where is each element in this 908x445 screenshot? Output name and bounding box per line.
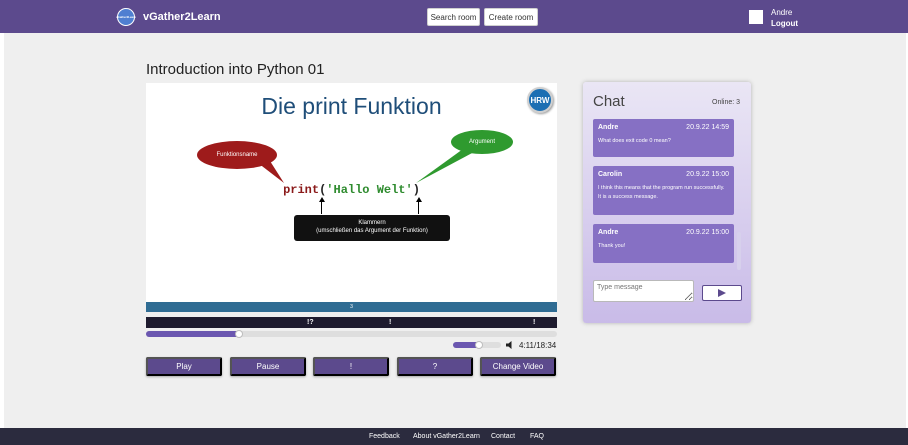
online-count: Online: 3 <box>712 99 741 106</box>
question-button[interactable]: ? <box>397 357 473 376</box>
pause-button[interactable]: Pause <box>230 357 306 376</box>
message-input[interactable] <box>593 280 694 302</box>
footer-feedback-link[interactable]: Feedback <box>369 433 400 440</box>
message-text: Thank you! <box>598 243 626 249</box>
logout-link[interactable]: Logout <box>771 19 798 28</box>
progress-thumb[interactable] <box>234 330 243 338</box>
avatar[interactable] <box>749 10 763 24</box>
change-video-button[interactable]: Change Video <box>480 357 556 376</box>
create-room-button[interactable]: Create room <box>484 8 538 26</box>
marker-exclaim[interactable]: ! <box>533 317 535 328</box>
page-title: Introduction into Python 01 <box>146 61 325 78</box>
footer-about-link[interactable]: About vGather2Learn <box>413 433 480 440</box>
volume-thumb[interactable] <box>475 341 484 349</box>
marker-exclaim[interactable]: ! <box>389 317 391 328</box>
bubble-tail-right <box>416 149 474 183</box>
code-line: print('Hallo Welt') <box>146 183 557 197</box>
play-button[interactable]: Play <box>146 357 222 376</box>
video-progress-bar[interactable] <box>146 330 557 338</box>
reaction-marker-bar[interactable] <box>146 317 557 328</box>
chat-title: Chat <box>593 93 625 110</box>
speaker-icon[interactable] <box>505 340 515 350</box>
chat-scrollbar[interactable] <box>737 232 741 270</box>
arrow-up-icon <box>319 197 325 202</box>
send-button[interactable] <box>702 285 742 301</box>
marker-question-exclaim[interactable]: !? <box>307 317 314 328</box>
brackets-caption-box: Klammern (umschließen das Argument der F… <box>294 215 450 241</box>
progress-fill <box>146 331 239 337</box>
bubble-function-name: Funktionsname <box>197 141 277 169</box>
bubble-argument: Argument <box>451 130 513 154</box>
code-close-paren: ) <box>412 183 420 197</box>
message-text: I think this means that the program run … <box>598 185 725 201</box>
message-author: Andre <box>598 124 619 131</box>
brackets-caption-title: Klammern <box>358 220 386 227</box>
footer-faq-link[interactable]: FAQ <box>530 433 544 440</box>
arrow-shaft-right <box>418 200 419 214</box>
chat-message: Carolin 20.9.22 15:00 I think this means… <box>593 166 734 215</box>
message-author: Andre <box>598 229 619 236</box>
chat-message: Andre 20.9.22 15:00 Thank you! <box>593 224 734 263</box>
send-icon <box>718 289 726 297</box>
message-author: Carolin <box>598 171 623 178</box>
logo-text: vGather2Learn <box>116 14 136 19</box>
code-argument: 'Hallo Welt' <box>326 183 413 197</box>
user-name: Andre <box>771 8 793 17</box>
slide-number-bar: 3 <box>146 302 557 312</box>
code-function: print <box>283 183 320 197</box>
brackets-caption-text: (umschließen das Argument der Funktion) <box>316 228 428 234</box>
chat-panel: Chat Online: 3 Andre 20.9.22 14:59 What … <box>583 82 751 323</box>
logo-icon[interactable]: vGather2Learn <box>116 8 136 26</box>
footer-contact-link[interactable]: Contact <box>491 433 515 440</box>
time-display: 4:11/18:34 <box>519 341 557 350</box>
message-text: What does exit code 0 mean? <box>598 138 671 144</box>
message-time: 20.9.22 15:00 <box>686 171 729 178</box>
video-player[interactable]: Die print Funktion HRW Funktionsname Arg… <box>146 83 557 303</box>
arrow-up-icon <box>416 197 422 202</box>
footer: Feedback About vGather2Learn Contact FAQ <box>0 428 908 445</box>
exclamation-button[interactable]: ! <box>313 357 389 376</box>
search-room-button[interactable]: Search room <box>427 8 480 26</box>
top-navbar: vGather2Learn vGather2Learn Search room … <box>0 0 908 33</box>
chat-message: Andre 20.9.22 14:59 What does exit code … <box>593 119 734 157</box>
message-time: 20.9.22 14:59 <box>686 124 729 131</box>
message-time: 20.9.22 15:00 <box>686 229 729 236</box>
volume-slider[interactable] <box>453 341 501 349</box>
brand-name[interactable]: vGather2Learn <box>143 11 221 23</box>
arrow-shaft-left <box>321 200 322 214</box>
